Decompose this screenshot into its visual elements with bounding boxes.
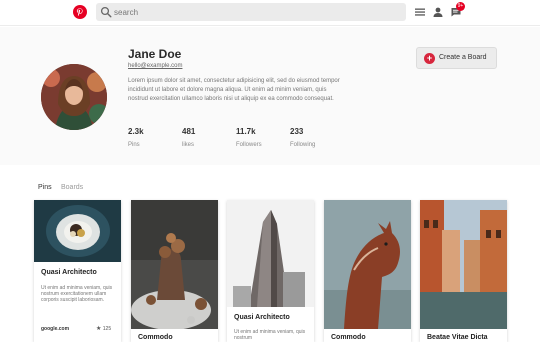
create-board-button[interactable]: + Create a Board bbox=[416, 47, 497, 69]
stat-value: 481 bbox=[182, 127, 196, 136]
stat-label: Followers bbox=[236, 142, 262, 148]
pin-card[interactable]: Quasi Architecto Ut enim ad minima venia… bbox=[227, 200, 314, 342]
create-board-label: Create a Board bbox=[439, 54, 487, 61]
pin-image bbox=[34, 200, 121, 262]
profile-email-link[interactable]: hello@example.com bbox=[128, 63, 182, 69]
pin-image bbox=[324, 200, 411, 329]
pin-likes: ★ 125 bbox=[96, 325, 111, 332]
pin-card[interactable]: Commodo bbox=[131, 200, 218, 342]
pin-title: Quasi Architecto bbox=[41, 269, 97, 276]
search-input[interactable] bbox=[114, 5, 399, 19]
star-icon: ★ bbox=[96, 326, 102, 332]
avatar bbox=[41, 64, 107, 130]
stat-following[interactable]: 233 Following bbox=[290, 127, 315, 148]
pin-source-link[interactable]: google.com bbox=[41, 326, 69, 332]
pin-description: Ut enim ad minima veniam, quis nostrum bbox=[234, 329, 306, 341]
profile-bio: Lorem ipsum dolor sit amet, consectetur … bbox=[128, 78, 340, 102]
plus-icon: + bbox=[424, 53, 435, 64]
stat-followers[interactable]: 11.7k Followers bbox=[236, 127, 262, 148]
pin-card[interactable]: Quasi Architecto Ut enim ad minima venia… bbox=[34, 200, 121, 342]
profile-name: Jane Doe bbox=[128, 47, 182, 61]
user-icon[interactable] bbox=[432, 6, 444, 18]
search-icon bbox=[100, 6, 112, 18]
stat-label: Following bbox=[290, 142, 316, 148]
pin-title: Commodo bbox=[331, 334, 366, 341]
pin-description: Ut enim ad minima veniam, quis nostrum e… bbox=[41, 285, 113, 303]
stat-value: 233 bbox=[290, 127, 304, 136]
pin-image bbox=[420, 200, 507, 329]
pin-likes-count: 125 bbox=[102, 326, 112, 332]
stat-value: 2.3k bbox=[128, 127, 144, 136]
tab-pins[interactable]: Pins bbox=[38, 184, 52, 191]
pinterest-logo-icon[interactable] bbox=[73, 5, 87, 19]
stat-pins: 2.3k Pins bbox=[128, 127, 144, 148]
search-bar[interactable] bbox=[96, 3, 406, 21]
top-nav-bar: 9+ bbox=[0, 0, 540, 26]
pin-card[interactable]: Beatae Vitae Dicta bbox=[420, 200, 507, 342]
pin-title: Beatae Vitae Dicta bbox=[427, 334, 488, 341]
stat-label: likes bbox=[182, 142, 195, 148]
pin-card[interactable]: Commodo bbox=[324, 200, 411, 342]
notification-badge: 9+ bbox=[456, 2, 465, 11]
pin-title: Quasi Architecto bbox=[234, 314, 290, 321]
stat-likes: 481 likes bbox=[182, 127, 195, 148]
pin-image bbox=[227, 200, 314, 307]
pin-title: Commodo bbox=[138, 334, 173, 341]
menu-icon[interactable] bbox=[414, 6, 426, 18]
stat-label: Pins bbox=[128, 142, 140, 148]
pin-image bbox=[131, 200, 218, 329]
stat-value: 11.7k bbox=[236, 127, 256, 136]
tab-boards[interactable]: Boards bbox=[61, 184, 83, 191]
